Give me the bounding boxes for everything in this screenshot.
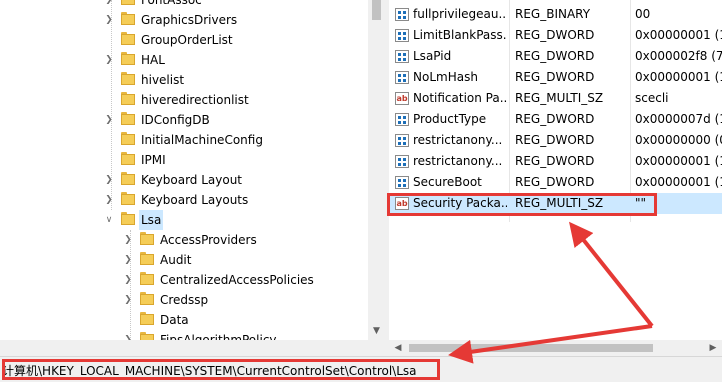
annotation-arrows: [448, 221, 654, 364]
arrow-to-path: [448, 324, 653, 364]
arrow-to-value: [569, 221, 654, 328]
